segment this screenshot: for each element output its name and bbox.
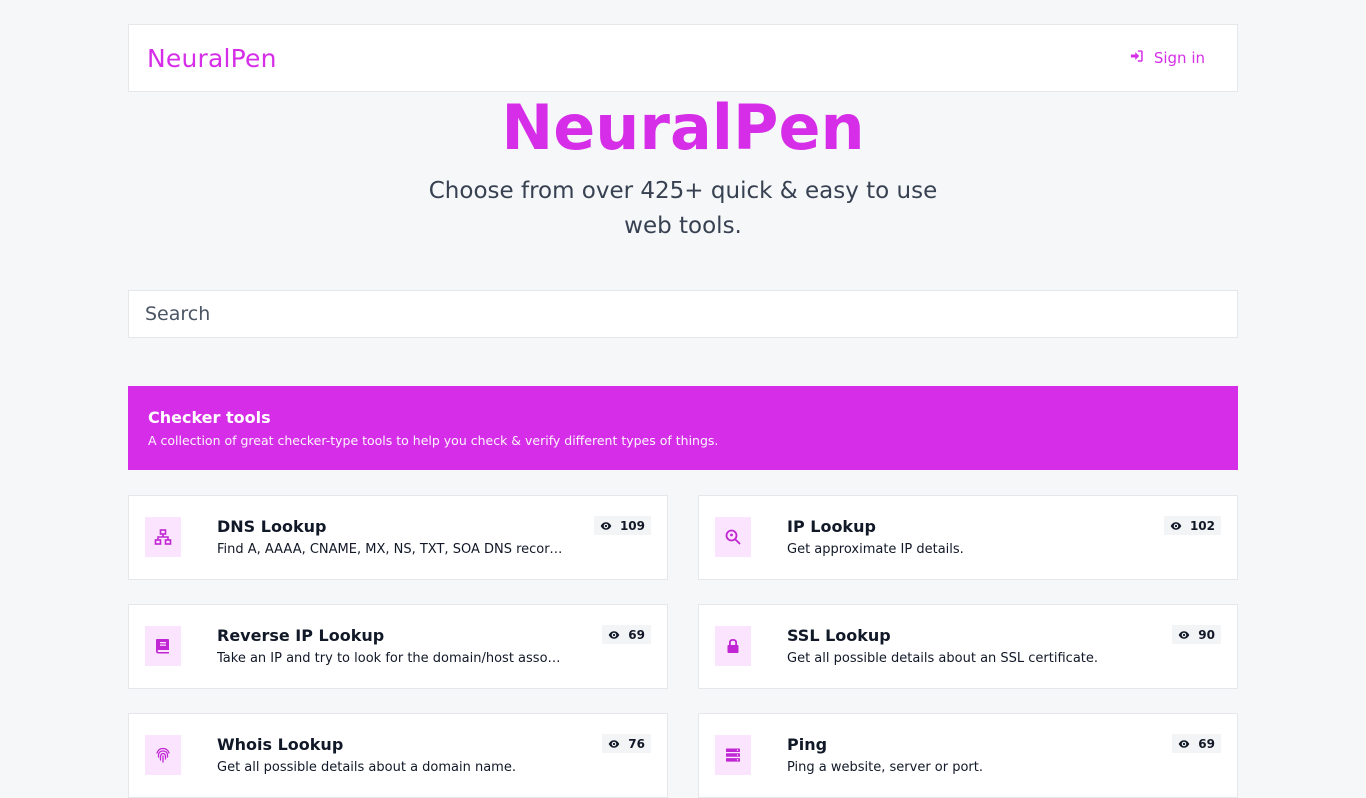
tool-card-ip-lookup[interactable]: IP Lookup Get approximate IP details. 10…: [698, 495, 1238, 580]
category-description: A collection of great checker-type tools…: [148, 433, 719, 448]
tool-name: Reverse IP Lookup: [217, 626, 385, 645]
tool-card-reverse-ip-lookup[interactable]: Reverse IP Lookup Take an IP and try to …: [128, 604, 668, 689]
tool-card-ping[interactable]: Ping Ping a website, server or port. 69: [698, 713, 1238, 798]
book-icon: [145, 626, 181, 666]
sign-in-link[interactable]: Sign in: [1130, 49, 1205, 67]
views-badge: 69: [602, 625, 651, 644]
hero-section: NeuralPen Choose from over 425+ quick & …: [0, 92, 1366, 244]
views-count: 102: [1189, 518, 1215, 533]
category-title: Checker tools: [148, 408, 271, 427]
eye-icon: [609, 739, 620, 748]
brand-logo[interactable]: NeuralPen: [147, 44, 277, 73]
sign-in-icon: [1130, 49, 1144, 67]
tool-description: Get approximate IP details.: [787, 542, 964, 557]
sitemap-icon: [145, 517, 181, 557]
tool-description: Find A, AAAA, CNAME, MX, NS, TXT, SOA DN…: [217, 542, 567, 557]
category-banner: Checker tools A collection of great chec…: [128, 386, 1238, 470]
eye-icon: [1179, 630, 1190, 639]
lock-icon: [715, 626, 751, 666]
views-count: 69: [1198, 736, 1215, 751]
eye-icon: [600, 521, 612, 530]
tool-name: Ping: [787, 735, 828, 754]
views-badge: 90: [1172, 625, 1221, 644]
tool-name: IP Lookup: [787, 517, 876, 536]
views-badge: 102: [1163, 516, 1221, 535]
views-count: 69: [628, 627, 645, 642]
sign-in-label: Sign in: [1153, 49, 1205, 67]
tool-name: Whois Lookup: [217, 735, 344, 754]
search-input[interactable]: [128, 290, 1238, 338]
eye-icon: [609, 630, 620, 639]
hero-subtitle: Choose from over 425+ quick & easy to us…: [428, 178, 938, 239]
views-count: 90: [1198, 627, 1215, 642]
search-location-icon: [715, 517, 751, 557]
hero-title: NeuralPen: [501, 91, 865, 164]
server-icon: [715, 735, 751, 775]
eye-icon: [1170, 521, 1182, 530]
tool-name: SSL Lookup: [787, 626, 891, 645]
tool-description: Take an IP and try to look for the domai…: [217, 651, 567, 666]
tool-name: DNS Lookup: [217, 517, 327, 536]
eye-icon: [1179, 739, 1190, 748]
views-count: 109: [619, 518, 645, 533]
views-badge: 69: [1172, 734, 1221, 753]
tool-card-ssl-lookup[interactable]: SSL Lookup Get all possible details abou…: [698, 604, 1238, 689]
tool-card-dns-lookup[interactable]: DNS Lookup Find A, AAAA, CNAME, MX, NS, …: [128, 495, 668, 580]
tool-description: Get all possible details about an SSL ce…: [787, 651, 1099, 666]
navbar: NeuralPen Sign in: [128, 24, 1238, 92]
views-badge: 109: [593, 516, 651, 535]
views-badge: 76: [602, 734, 651, 753]
views-count: 76: [628, 736, 645, 751]
fingerprint-icon: [145, 735, 181, 775]
tool-card-whois-lookup[interactable]: Whois Lookup Get all possible details ab…: [128, 713, 668, 798]
